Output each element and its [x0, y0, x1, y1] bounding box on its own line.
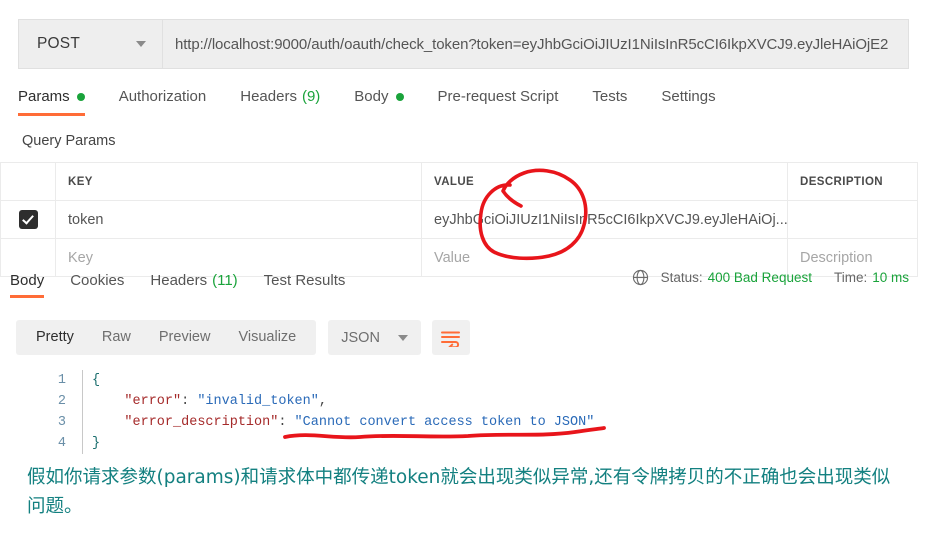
response-tab-label: Test Results [263, 272, 346, 289]
header-description: DESCRIPTION [787, 162, 918, 201]
body-format-selector[interactable]: JSON [328, 320, 421, 355]
header-checkbox-col [0, 162, 56, 201]
response-tab-cookies[interactable]: Cookies [70, 272, 124, 298]
code-token: : [278, 415, 295, 430]
view-mode-pretty[interactable]: Pretty [22, 320, 88, 355]
response-tab-label: Cookies [70, 272, 125, 289]
time-label: Time: [833, 270, 868, 285]
time-value: 10 ms [872, 270, 909, 285]
word-wrap-button[interactable] [431, 320, 470, 355]
view-mode-preview[interactable]: Preview [145, 320, 225, 355]
response-status-area: Status: 400 Bad Request Time: 10 ms [632, 269, 909, 286]
request-tab-settings[interactable]: Settings [661, 84, 715, 116]
header-value: VALUE [421, 162, 788, 201]
chevron-down-icon [136, 41, 146, 47]
param-key[interactable]: token [55, 200, 422, 239]
view-mode-raw[interactable]: Raw [88, 320, 145, 355]
table-header-row: KEY VALUE DESCRIPTION [0, 162, 918, 201]
code-token: "error" [92, 394, 182, 409]
response-body-code[interactable]: 1{2 "error": "invalid_token", 3 "error_de… [40, 370, 594, 454]
response-tab-body[interactable]: Body [10, 272, 45, 298]
code-line-content: "error_description": "Cannot convert acc… [82, 412, 594, 433]
response-tab-test-results[interactable]: Test Results [264, 272, 346, 298]
line-number: 2 [57, 394, 66, 409]
request-tab-bar: Params Authorization Headers (9) Body Pre-req… [18, 84, 909, 120]
modified-dot-icon [76, 92, 85, 101]
status-label: Status: [660, 270, 703, 285]
line-number: 4 [57, 436, 66, 451]
modified-dot-icon [395, 92, 404, 101]
empty-row-checkbox-cell [0, 238, 56, 277]
code-token: "error_description" [92, 415, 279, 430]
request-tab-pre-request-script[interactable]: Pre-request Script [438, 84, 559, 116]
request-tab-label: Params [18, 88, 70, 105]
http-method-label: POST [37, 35, 81, 52]
query-params-table: KEY VALUE DESCRIPTION token eyJhbGciOiJI… [0, 162, 918, 277]
request-tab-authorization[interactable]: Authorization [119, 84, 207, 116]
table-row: token eyJhbGciOiJIUzI1NiIsInR5cCI6IkpXVC… [0, 200, 918, 239]
url-input[interactable]: http://localhost:9000/auth/oauth/check_t… [163, 20, 908, 68]
request-url-bar: POST http://localhost:9000/auth/oauth/ch… [18, 19, 909, 69]
code-line: 3 "error_description": "Cannot convert a… [40, 412, 594, 433]
code-token: "Cannot convert access token to JSON" [294, 415, 595, 430]
code-token: "invalid_token" [197, 394, 319, 409]
code-token: } [92, 436, 101, 451]
empty-param-key[interactable]: Key [55, 238, 422, 277]
globe-icon [632, 269, 649, 286]
request-tab-headers[interactable]: Headers (9) [240, 84, 320, 116]
request-tab-count: (9) [301, 88, 321, 105]
request-tab-label: Settings [661, 88, 716, 105]
status-value: 400 Bad Request [707, 270, 812, 285]
code-line: 4} [40, 433, 594, 454]
request-tab-label: Headers [240, 88, 297, 105]
param-value[interactable]: eyJhbGciOiJIUzI1NiIsInR5cCI6IkpXVCJ9.eyJ… [421, 200, 788, 239]
url-text: http://localhost:9000/auth/oauth/check_t… [175, 35, 889, 53]
code-line: 2 "error": "invalid_token", [40, 391, 594, 412]
request-tab-label: Tests [592, 88, 628, 105]
response-tab-bar: Body Cookies Headers (11) Test Results Statu… [10, 269, 917, 304]
code-line: 1{ [40, 370, 594, 391]
request-tab-tests[interactable]: Tests [592, 84, 627, 116]
view-mode-group: Pretty Raw Preview Visualize [16, 320, 317, 355]
chevron-down-icon [397, 334, 408, 341]
body-format-label: JSON [341, 329, 380, 346]
line-number: 3 [57, 415, 66, 430]
request-tab-params[interactable]: Params [18, 84, 85, 116]
response-body-toolbar: Pretty Raw Preview Visualize JSON [16, 320, 470, 355]
response-tab-label: Headers [150, 272, 208, 289]
row-enable-checkbox-cell [0, 200, 56, 239]
chinese-annotation-text: 假如你请求参数(params)和请求体中都传递token就会出现类似异常,还有令… [27, 467, 891, 517]
code-token: { [92, 373, 101, 388]
request-tab-label: Authorization [118, 88, 207, 105]
request-tab-label: Pre-request Script [437, 88, 559, 105]
code-token: , [318, 394, 327, 409]
row-enable-checkbox[interactable] [18, 210, 38, 229]
view-mode-visualize[interactable]: Visualize [224, 320, 310, 355]
param-description[interactable] [787, 200, 918, 239]
code-line-content: } [82, 433, 100, 454]
code-line-content: { [82, 370, 100, 391]
query-params-title: Query Params [22, 133, 116, 149]
request-tab-body[interactable]: Body [354, 84, 404, 116]
word-wrap-icon [441, 331, 461, 347]
response-tab-headers[interactable]: Headers (11) [150, 272, 237, 298]
response-tab-label: Body [10, 272, 45, 289]
request-tab-label: Body [354, 88, 389, 105]
header-key: KEY [55, 162, 422, 201]
line-number: 1 [57, 373, 66, 388]
code-line-content: "error": "invalid_token", [82, 391, 327, 412]
http-method-selector[interactable]: POST [19, 20, 163, 68]
code-token: : [181, 394, 198, 409]
response-tab-count: (11) [212, 272, 238, 289]
